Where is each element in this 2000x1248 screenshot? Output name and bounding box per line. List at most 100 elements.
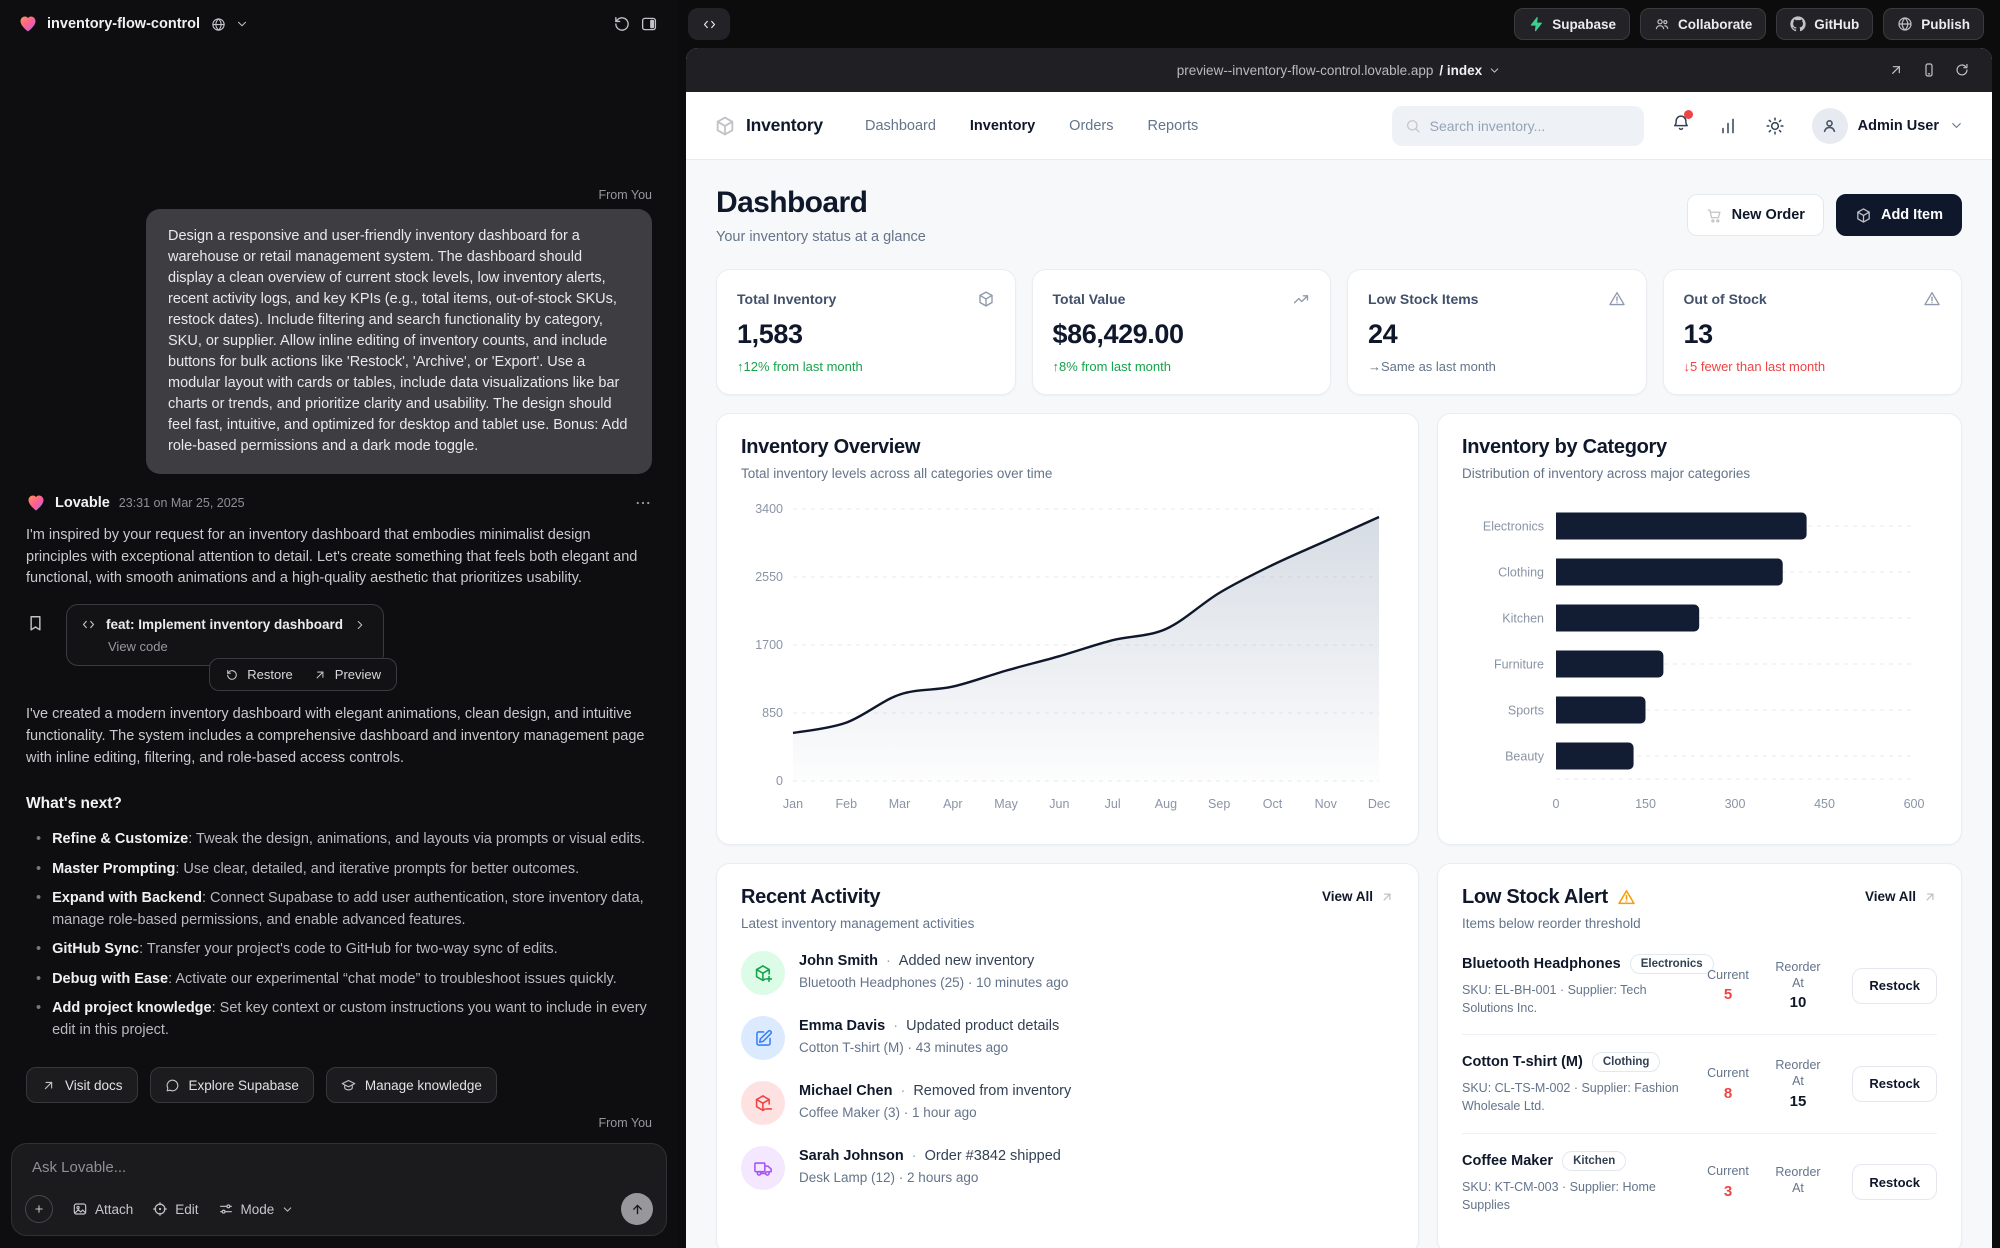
kpi-card: Total Value$86,429.00↑8% from last month [1032, 269, 1332, 395]
section-title: Inventory by Category [1462, 436, 1937, 459]
chat-input-placeholder[interactable]: Ask Lovable... [25, 1157, 653, 1193]
view-all-link[interactable]: View All [1322, 889, 1394, 904]
add-item-button[interactable]: Add Item [1836, 194, 1962, 236]
preview-button[interactable]: Preview [313, 667, 381, 682]
section-title: Inventory Overview [741, 436, 1394, 459]
package-icon [977, 290, 995, 308]
activity-item: Michael Chen·Removed from inventoryCoffe… [741, 1081, 1394, 1125]
publish-button[interactable]: Publish [1883, 8, 1984, 40]
assistant-summary: I've created a modern inventory dashboar… [26, 704, 652, 769]
users-icon [1654, 16, 1670, 32]
truck-icon [741, 1146, 785, 1190]
svg-text:2550: 2550 [755, 570, 783, 584]
chat-thread: From You Design a responsive and user-fr… [0, 48, 678, 1137]
activity-item: Sarah Johnson·Order #3842 shippedDesk La… [741, 1146, 1394, 1190]
new-order-button[interactable]: New Order [1687, 194, 1824, 236]
restore-icon [225, 668, 239, 682]
svg-text:Jul: Jul [1105, 797, 1121, 811]
open-in-new-tab-icon[interactable] [1888, 62, 1904, 78]
assistant-intro: I'm inspired by your request for an inve… [26, 525, 652, 590]
kpi-value: 24 [1368, 319, 1626, 350]
send-button[interactable] [621, 1193, 653, 1225]
code-view-toggle[interactable] [688, 8, 730, 40]
quick-action-explore-supabase[interactable]: Explore Supabase [150, 1067, 314, 1103]
version-block: feat: Implement inventory dashboard View… [26, 604, 652, 666]
bookmark-icon[interactable] [26, 604, 66, 666]
quick-action-visit-docs[interactable]: Visit docs [26, 1067, 138, 1103]
category-bar-chart: ElectronicsClothingKitchenFurnitureSport… [1462, 495, 1937, 822]
github-button[interactable]: GitHub [1776, 8, 1873, 40]
preview-frame: preview--inventory-flow-control.lovable.… [686, 48, 1992, 1248]
svg-text:Jun: Jun [1049, 797, 1069, 811]
arrow-up-right-icon [41, 1078, 56, 1093]
inventory-app: Inventory Dashboard Inventory Orders Report… [686, 92, 1992, 1248]
supabase-button[interactable]: Supabase [1514, 8, 1630, 40]
target-icon [152, 1201, 168, 1217]
cart-icon [1706, 207, 1723, 224]
nav-dashboard[interactable]: Dashboard [865, 118, 936, 134]
current-stock: 5 [1696, 986, 1760, 1003]
section-title: Recent Activity [741, 886, 974, 909]
restock-button[interactable]: Restock [1852, 1164, 1937, 1200]
app-brand[interactable]: Inventory [714, 115, 823, 137]
theme-toggle-button[interactable] [1765, 116, 1785, 136]
panel-toggle-icon[interactable] [640, 15, 658, 33]
chat-input-box[interactable]: Ask Lovable... Attach Edit Mode [11, 1143, 667, 1236]
refresh-icon[interactable] [1954, 62, 1970, 78]
svg-text:850: 850 [762, 706, 783, 720]
search-input[interactable]: Search inventory... [1392, 106, 1644, 146]
kpi-delta: ↓5 fewer than last month [1684, 359, 1942, 374]
svg-text:1700: 1700 [755, 638, 783, 652]
globe-icon[interactable] [211, 17, 226, 32]
code-icon [81, 617, 96, 632]
history-icon[interactable] [613, 15, 631, 33]
mobile-preview-icon[interactable] [1921, 62, 1937, 78]
nav-inventory[interactable]: Inventory [970, 118, 1035, 134]
sku-supplier: SKU: KT-CM-003 · Supplier: Home Supplies [1462, 1178, 1690, 1214]
kpi-delta: ↑8% from last month [1053, 359, 1311, 374]
edit-button[interactable]: Edit [152, 1201, 198, 1217]
mode-selector[interactable]: Mode [218, 1201, 295, 1217]
chevron-down-icon [1488, 64, 1501, 77]
whats-next-item: •Expand with Backend: Connect Supabase t… [36, 888, 652, 931]
add-attachment-button[interactable] [25, 1195, 53, 1223]
activity-item: John Smith·Added new inventoryBluetooth … [741, 951, 1394, 995]
nav-reports[interactable]: Reports [1148, 118, 1199, 134]
kpi-card: Total Inventory1,583↑12% from last month [716, 269, 1016, 395]
version-card[interactable]: feat: Implement inventory dashboard View… [66, 604, 384, 666]
restock-button[interactable]: Restock [1852, 1066, 1937, 1102]
screen: inventory-flow-control From You Design a… [0, 0, 2000, 1248]
analytics-button[interactable] [1718, 116, 1738, 136]
kpi-value: 13 [1684, 319, 1942, 350]
view-code-link[interactable]: View code [108, 639, 367, 654]
chevron-down-icon [281, 1203, 294, 1216]
svg-text:Apr: Apr [943, 797, 962, 811]
notifications-button[interactable] [1671, 113, 1691, 138]
whats-next-item: •Master Prompting: Use clear, detailed, … [36, 859, 652, 880]
collaborate-button[interactable]: Collaborate [1640, 8, 1766, 40]
kpi-card: Out of Stock13↓5 fewer than last month [1663, 269, 1963, 395]
view-all-link[interactable]: View All [1865, 889, 1937, 904]
inventory-overview-card: Inventory Overview Total inventory level… [716, 413, 1419, 845]
svg-text:600: 600 [1904, 797, 1925, 811]
attach-button[interactable]: Attach [72, 1201, 133, 1217]
arrow-up-right-icon [1380, 890, 1394, 904]
kpi-value: $86,429.00 [1053, 319, 1311, 350]
quick-action-manage-knowledge[interactable]: Manage knowledge [326, 1067, 497, 1103]
package-icon [714, 115, 736, 137]
chevron-down-icon[interactable] [235, 17, 249, 31]
quick-actions-row: Visit docs Explore Supabase Manage knowled… [26, 1067, 652, 1103]
nav-orders[interactable]: Orders [1069, 118, 1113, 134]
whats-next-heading: What's next? [26, 795, 652, 813]
restock-button[interactable]: Restock [1852, 968, 1937, 1004]
more-options-icon[interactable] [634, 494, 652, 512]
preview-url[interactable]: preview--inventory-flow-control.lovable.… [1177, 63, 1501, 78]
restore-button[interactable]: Restore [225, 667, 293, 682]
edit-square-icon [741, 1016, 785, 1060]
current-stock: 8 [1696, 1085, 1760, 1102]
svg-text:0: 0 [776, 774, 783, 788]
alert-triangle-icon [1608, 290, 1626, 308]
svg-text:450: 450 [1814, 797, 1835, 811]
user-menu[interactable]: Admin User [1812, 108, 1964, 144]
svg-text:Dec: Dec [1368, 797, 1390, 811]
